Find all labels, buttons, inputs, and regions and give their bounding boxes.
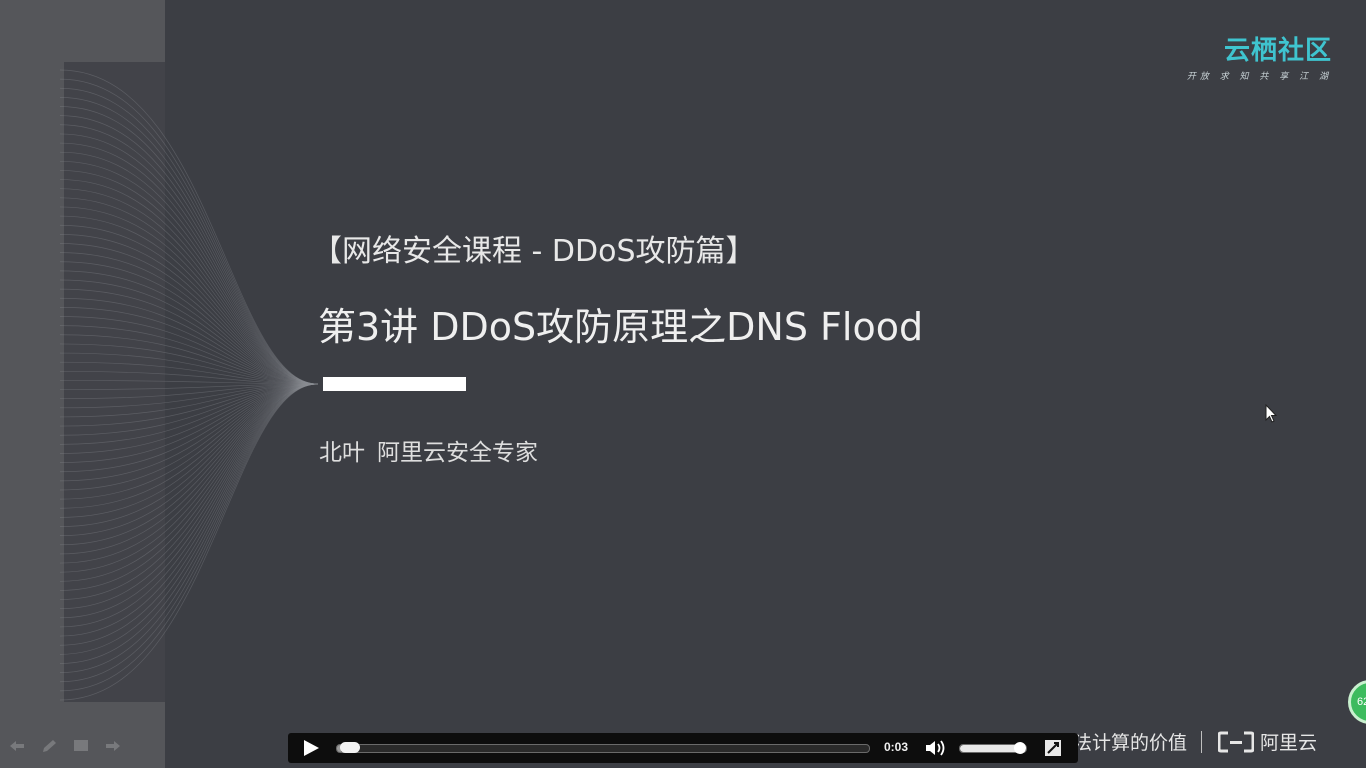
presenter: 北叶 阿里云安全专家: [319, 433, 550, 467]
wave-line: [60, 383, 319, 546]
wave-lines-decoration: [60, 69, 319, 701]
presenter-name: 北叶: [319, 440, 365, 466]
seek-bar-thumb[interactable]: [339, 742, 360, 753]
wave-line: [60, 142, 319, 385]
course-title: 【网络安全课程 - DDoS攻防篇】: [312, 234, 756, 269]
yunqi-logo: 云栖社区 开放 求 知 共 享 江 湖: [1187, 30, 1332, 82]
logo-tagline: 开放 求 知 共 享 江 湖: [1186, 72, 1332, 82]
slide-tools: [8, 738, 122, 754]
wave-line: [60, 383, 319, 582]
video-frame[interactable]: 云栖社区 开放 求 知 共 享 江 湖 【网络安全课程 - DDoS攻防篇】 第…: [0, 0, 1366, 768]
wave-line: [60, 383, 319, 637]
wave-line: [60, 106, 319, 385]
wave-line: [60, 383, 319, 564]
video-control-bar: 0:03: [288, 733, 1078, 763]
fullscreen-icon[interactable]: [1044, 739, 1062, 757]
lecture-title: 第3讲 DDoS攻防原理之DNS Flood: [318, 305, 924, 349]
seek-bar[interactable]: [336, 742, 870, 753]
forward-arrow-icon[interactable]: [104, 738, 122, 754]
back-arrow-icon[interactable]: [8, 738, 26, 754]
wave-line: [60, 383, 319, 683]
wave-line: [60, 383, 319, 664]
volume-thumb[interactable]: [1014, 742, 1026, 754]
title-underline-bar: [323, 377, 466, 391]
logo-title: 云栖社区: [1223, 36, 1332, 66]
slides-icon[interactable]: [72, 738, 90, 754]
presenter-role: 阿里云安全专家: [377, 440, 538, 466]
cursor-icon: [1265, 404, 1278, 423]
volume-slider[interactable]: [959, 742, 1027, 754]
wave-line: [60, 383, 319, 555]
wave-line: [60, 133, 319, 385]
wave-line: [60, 188, 319, 385]
wave-line: [60, 383, 319, 673]
wave-line: [60, 69, 319, 385]
time-display: 0:03: [884, 740, 909, 754]
watermark-brand-text: 阿里云: [1260, 732, 1318, 754]
aliyun-logo-icon: [1218, 731, 1255, 752]
wave-line: [60, 160, 319, 385]
play-icon[interactable]: [300, 738, 322, 758]
wave-line: [60, 383, 319, 573]
pen-icon[interactable]: [40, 738, 58, 754]
status-badge[interactable]: 62: [1348, 680, 1366, 724]
volume-icon[interactable]: [924, 738, 948, 758]
wave-line: [60, 179, 319, 385]
watermark-divider: [1201, 730, 1203, 753]
watermark-brand: 阿里云: [1218, 728, 1317, 755]
wave-line: [60, 224, 319, 385]
wave-line: [60, 206, 319, 385]
wave-line: [60, 383, 319, 701]
